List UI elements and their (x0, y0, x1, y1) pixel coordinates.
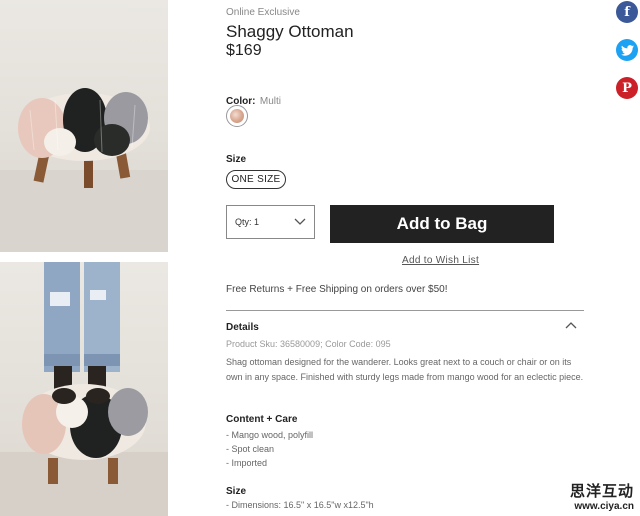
ottoman-photo (0, 88, 168, 252)
shipping-note: Free Returns + Free Shipping on orders o… (226, 284, 448, 295)
pinterest-glyph: P (622, 80, 632, 96)
size-details-heading: Size (226, 486, 247, 497)
watermark-url: www.ciya.cn (574, 501, 634, 512)
details-heading: Details (226, 322, 259, 333)
content-care-heading: Content + Care (226, 414, 298, 425)
chevron-up-icon[interactable] (565, 321, 577, 329)
product-description: Shag ottoman designed for the wanderer. … (226, 357, 584, 382)
qty-select[interactable]: Qty: 1 (226, 205, 315, 239)
qty-label: Qty: 1 (235, 217, 260, 227)
dimensions-line: - Dimensions: 16.5" x 16.5"w x12.5"h (226, 500, 374, 510)
size-option-one-size[interactable]: ONE SIZE (226, 170, 286, 189)
online-exclusive-badge: Online Exclusive (226, 7, 300, 18)
watermark-title: 思洋互动 (569, 482, 634, 500)
twitter-icon[interactable] (616, 39, 638, 61)
size-label: Size (226, 154, 247, 165)
list-item: - Spot clean (226, 444, 275, 454)
facebook-glyph: f (624, 4, 630, 20)
product-title: Shaggy Ottoman (226, 22, 354, 41)
pinterest-icon[interactable]: P (616, 77, 638, 99)
sku-line: Product Sku: 36580009; Color Code: 095 (226, 339, 391, 349)
watermark: 思洋互动 www.ciya.cn (570, 480, 634, 512)
add-to-bag-button[interactable]: Add to Bag (330, 205, 554, 243)
color-value: Multi (259, 96, 282, 107)
divider (226, 310, 584, 311)
list-item: - Mango wood, polyfill (226, 430, 314, 440)
twitter-bird-glyph (620, 44, 634, 56)
product-image-1[interactable] (0, 0, 168, 252)
swatch-fill (230, 109, 244, 123)
content-care-list: - Mango wood, polyfill - Spot clean - Im… (226, 428, 313, 470)
add-to-wish-list-link[interactable]: Add to Wish List (402, 255, 479, 266)
ottoman-lifestyle-photo (0, 262, 168, 516)
product-image-2[interactable] (0, 262, 168, 516)
chevron-down-icon (294, 218, 306, 225)
facebook-icon[interactable]: f (616, 1, 638, 23)
list-item: - Imported (226, 458, 268, 468)
color-swatch-multi[interactable] (226, 105, 248, 127)
product-price: $169 (226, 42, 262, 59)
